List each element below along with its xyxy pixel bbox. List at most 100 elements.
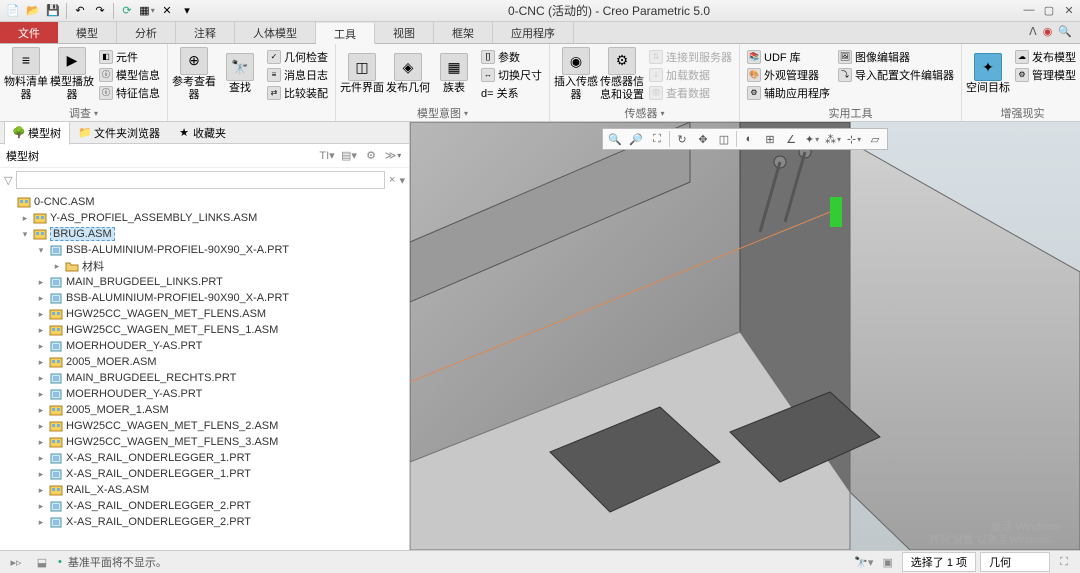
qat-dropdown-icon[interactable]: ▾ (178, 2, 196, 20)
model-player-button[interactable]: ▶模型播放器 (50, 46, 94, 102)
expand-icon[interactable]: ▸ (36, 357, 46, 368)
expand-icon[interactable]: ▸ (36, 469, 46, 480)
point-display-icon[interactable]: ⁂ (823, 130, 843, 148)
expand-icon[interactable]: ▸ (36, 309, 46, 320)
tree-node[interactable]: ▸RAIL_X-AS.ASM (0, 482, 409, 498)
tree-node[interactable]: ▸MOERHOUDER_Y-AS.PRT (0, 386, 409, 402)
regenerate-icon[interactable]: ⟳ (118, 2, 136, 20)
tab-view[interactable]: 视图 (375, 22, 434, 43)
minimize-icon[interactable]: — (1022, 4, 1036, 17)
filter-icon[interactable]: ⚙ (361, 147, 381, 165)
expand-icon[interactable]: ▸ (36, 485, 46, 496)
expand-icon[interactable]: ▸ (36, 325, 46, 336)
browser-icon[interactable]: ⬓ (32, 553, 52, 571)
tree-node[interactable]: ▸HGW25CC_WAGEN_MET_FLENS_1.ASM (0, 322, 409, 338)
windows-icon[interactable]: ▦ (138, 2, 156, 20)
feature-info-button[interactable]: ⓘ特征信息 (96, 84, 163, 101)
zoom-out-icon[interactable]: 🔎 (626, 130, 646, 148)
tab-framework[interactable]: 框架 (434, 22, 493, 43)
tree-node[interactable]: ▾BSB-ALUMINIUM-PROFIEL-90X90_X-A.PRT (0, 242, 409, 258)
help-icon[interactable]: ◉ (1043, 25, 1053, 40)
file-tab[interactable]: 文件 (0, 22, 58, 43)
tree-node[interactable]: ▸MAIN_BRUGDEEL_LINKS.PRT (0, 274, 409, 290)
undo-icon[interactable]: ↶ (71, 2, 89, 20)
tab-tools[interactable]: 工具 (316, 23, 375, 44)
ribbon-min-icon[interactable]: ᐱ (1029, 25, 1037, 40)
expand-icon[interactable]: ▸ (36, 517, 46, 528)
manage-model-button[interactable]: ⚙管理模型 (1012, 66, 1079, 83)
compare-asm-button[interactable]: ⇄比较装配 (264, 84, 331, 101)
geometry-filter[interactable]: 几何 (980, 552, 1050, 572)
tree-node[interactable]: ▸2005_MOER_1.ASM (0, 402, 409, 418)
appearance-mgr-button[interactable]: 🎨外观管理器 (744, 66, 833, 83)
filter-input[interactable] (16, 171, 385, 189)
tab-apps[interactable]: 应用程序 (493, 22, 574, 43)
tree-node[interactable]: ▸MAIN_BRUGDEEL_RECHTS.PRT (0, 370, 409, 386)
parameters-button[interactable]: []参数 (478, 48, 545, 65)
model-tree[interactable]: 0-CNC.ASM▸Y-AS_PROFIEL_ASSEMBLY_LINKS.AS… (0, 192, 409, 550)
csys-display-icon[interactable]: ⊹ (844, 130, 864, 148)
named-views-icon[interactable]: ◫ (714, 130, 734, 148)
expand-icon[interactable]: ▸ (36, 421, 46, 432)
udf-lib-button[interactable]: 📚UDF 库 (744, 48, 833, 65)
zoom-in-icon[interactable]: 🔍 (605, 130, 625, 148)
tree-node[interactable]: ▸X-AS_RAIL_ONDERLEGGER_2.PRT (0, 514, 409, 530)
selection-count[interactable]: 选择了 1 项 (902, 552, 976, 572)
pan-icon[interactable]: ✥ (693, 130, 713, 148)
tree-node[interactable]: ▸X-AS_RAIL_ONDERLEGGER_2.PRT (0, 498, 409, 514)
tab-model[interactable]: 模型 (58, 22, 117, 43)
expand-icon[interactable]: ▸ (36, 437, 46, 448)
settings-icon[interactable]: TI▾ (317, 147, 337, 165)
filter-dropdown-icon[interactable]: ▾ (399, 174, 405, 187)
msg-log-button[interactable]: ≡消息日志 (264, 66, 331, 83)
tab-annotate[interactable]: 注释 (176, 22, 235, 43)
aux-apps-button[interactable]: ⚙辅助应用程序 (744, 84, 833, 101)
open-icon[interactable]: 📂 (24, 2, 42, 20)
expand-icon[interactable]: ▸ (36, 389, 46, 400)
tree-node[interactable]: ▸Y-AS_PROFIEL_ASSEMBLY_LINKS.ASM (0, 210, 409, 226)
expand-icon[interactable]: ▸ (36, 453, 46, 464)
image-editor-button[interactable]: 🖼图像编辑器 (835, 48, 957, 65)
expand-icon[interactable]: ▾ (36, 245, 46, 256)
tree-node[interactable]: ▸材料 (0, 258, 409, 274)
tree-node[interactable]: ▸2005_MOER.ASM (0, 354, 409, 370)
find-status-icon[interactable]: 🔭▾ (854, 553, 874, 571)
tab-manikin[interactable]: 人体模型 (235, 22, 316, 43)
graphics-viewport[interactable]: 🔍 🔎 ⛶ ↻ ✥ ◫ ◐ ⊞ ∠ ✦ ⁂ ⊹ ▱ (410, 122, 1080, 550)
expand-icon[interactable]: ▾ (20, 229, 30, 240)
search-help-icon[interactable]: 🔍 (1058, 25, 1072, 40)
filter-funnel-icon[interactable]: ▽ (4, 174, 12, 187)
spatial-target-button[interactable]: ✦空间目标 (966, 46, 1010, 102)
show-icon[interactable]: ▤▾ (339, 147, 359, 165)
geom-check-button[interactable]: ✓几何检查 (264, 48, 331, 65)
expand-icon[interactable]: ▸ (36, 405, 46, 416)
refit-icon[interactable]: ⛶ (647, 130, 667, 148)
family-table-button[interactable]: ▦族表 (432, 46, 476, 102)
tree-node[interactable]: ▸X-AS_RAIL_ONDERLEGGER_1.PRT (0, 466, 409, 482)
expand-icon[interactable]: ▸ (36, 293, 46, 304)
annotation-display-icon[interactable]: ∠ (781, 130, 801, 148)
model-info-button[interactable]: ⓘ模型信息 (96, 66, 163, 83)
maximize-icon[interactable]: ▢ (1042, 4, 1056, 17)
insert-sensor-button[interactable]: ◉插入传感器 (554, 46, 598, 102)
tree-node[interactable]: ▸HGW25CC_WAGEN_MET_FLENS.ASM (0, 306, 409, 322)
tree-node[interactable]: ▸HGW25CC_WAGEN_MET_FLENS_3.ASM (0, 434, 409, 450)
more-icon[interactable]: ≫ (383, 147, 403, 165)
close-icon[interactable]: ✕ (1062, 4, 1076, 17)
component-button[interactable]: ◧元件 (96, 48, 163, 65)
switch-dim-button[interactable]: ↔切换尺寸 (478, 66, 545, 83)
expand-icon[interactable]: ▸ (36, 341, 46, 352)
display-style-icon[interactable]: ◐ (739, 130, 759, 148)
save-icon[interactable]: 💾 (44, 2, 62, 20)
comp-interface-button[interactable]: ◫元件界面 (340, 46, 384, 102)
ref-viewer-button[interactable]: ⊕参考查看器 (172, 46, 216, 102)
find-button[interactable]: 🔭查找 (218, 46, 262, 102)
plane-display-icon[interactable]: ▱ (865, 130, 885, 148)
new-icon[interactable]: 📄 (4, 2, 22, 20)
expand-icon[interactable]: ▸ (20, 213, 30, 224)
expand-icon[interactable]: ▸ (52, 261, 62, 272)
folder-browser-tab[interactable]: 📁文件夹浏览器 (70, 121, 169, 145)
full-screen-icon[interactable]: ⛶ (1054, 553, 1074, 571)
bom-button[interactable]: ≡物料清单器 (4, 46, 48, 102)
sensor-settings-button[interactable]: ⚙传感器信息和设置 (600, 46, 644, 102)
